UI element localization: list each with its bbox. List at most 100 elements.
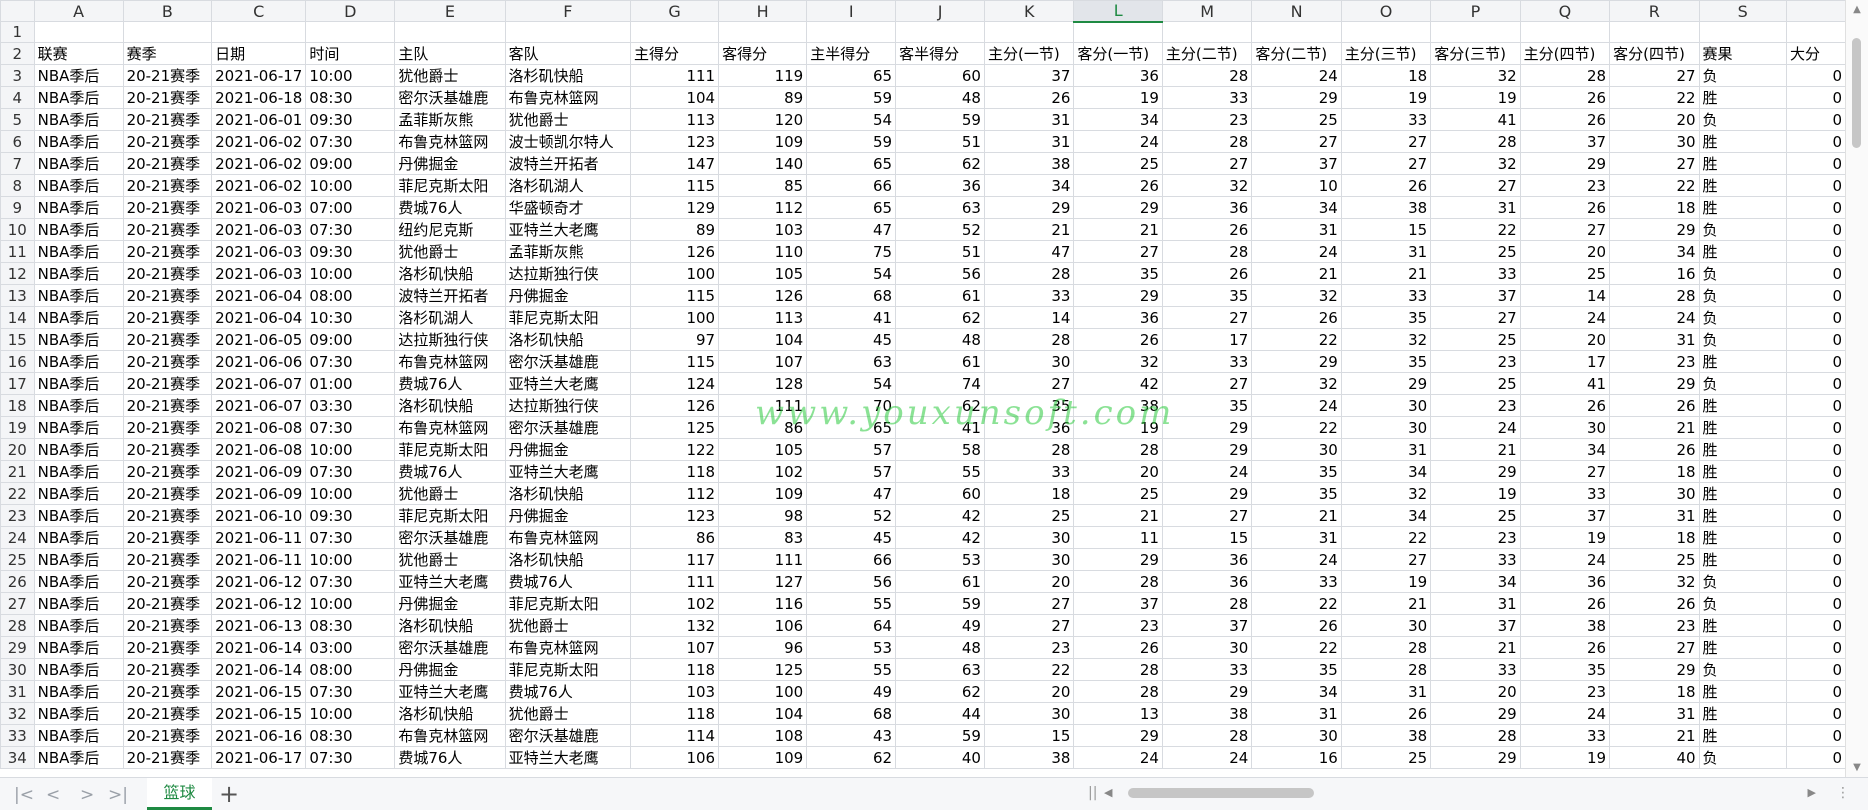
cell[interactable]: NBA季后: [33, 218, 124, 241]
cell[interactable]: 34: [1251, 680, 1342, 703]
cell[interactable]: 21: [983, 218, 1075, 241]
cell[interactable]: 61: [895, 350, 985, 373]
cell[interactable]: 31: [1430, 196, 1521, 219]
cell[interactable]: 26: [1251, 306, 1342, 329]
column-header[interactable]: B: [122, 0, 213, 22]
cell[interactable]: 胜: [1698, 152, 1787, 175]
cell[interactable]: [211, 21, 307, 43]
cell[interactable]: 0: [1785, 416, 1846, 439]
cell[interactable]: 洛杉矶湖人: [504, 174, 631, 197]
cell[interactable]: 23: [1519, 680, 1611, 703]
cell[interactable]: 27: [1430, 306, 1521, 329]
cell[interactable]: 37: [1430, 614, 1521, 637]
cell[interactable]: 08:30: [305, 724, 396, 747]
cell[interactable]: 36: [895, 174, 985, 197]
next-sheet-icon[interactable]: >: [80, 785, 94, 805]
cell[interactable]: 2021-06-14: [211, 658, 307, 681]
cell[interactable]: 菲尼克斯太阳: [394, 504, 506, 527]
cell[interactable]: 胜: [1698, 614, 1787, 637]
cell[interactable]: 59: [806, 86, 897, 109]
prev-sheet-icon[interactable]: <: [46, 785, 60, 805]
cell[interactable]: 28: [1161, 724, 1253, 747]
cell[interactable]: NBA季后: [33, 680, 124, 703]
cell[interactable]: 2021-06-18: [211, 86, 307, 109]
cell[interactable]: 27: [983, 614, 1075, 637]
cell[interactable]: 丹佛掘金: [394, 152, 506, 175]
row-header[interactable]: 30: [0, 658, 35, 681]
cell[interactable]: 10:00: [305, 262, 396, 285]
cell[interactable]: 33: [983, 460, 1075, 483]
column-header[interactable]: K: [983, 0, 1075, 22]
cell[interactable]: 0: [1785, 196, 1846, 219]
cell[interactable]: 胜: [1698, 548, 1787, 571]
row-header[interactable]: 31: [0, 680, 35, 703]
cell[interactable]: 23: [1430, 526, 1521, 549]
cell[interactable]: 89: [718, 86, 808, 109]
cell[interactable]: 负: [1698, 570, 1787, 593]
cell[interactable]: 赛季: [122, 42, 213, 65]
cell[interactable]: 33: [1161, 658, 1253, 681]
cell[interactable]: 21: [1340, 592, 1432, 615]
cell[interactable]: 客分(四节): [1609, 42, 1700, 65]
cell[interactable]: 59: [806, 130, 897, 153]
cell[interactable]: NBA季后: [33, 284, 124, 307]
cell[interactable]: 56: [895, 262, 985, 285]
cell[interactable]: 0: [1785, 504, 1846, 527]
cell[interactable]: 26: [1519, 196, 1611, 219]
cell[interactable]: 20: [983, 680, 1075, 703]
cell[interactable]: 0: [1785, 174, 1846, 197]
cell[interactable]: 17: [1161, 328, 1253, 351]
add-sheet-icon[interactable]: +: [219, 780, 239, 808]
cell[interactable]: 洛杉矶快船: [504, 328, 631, 351]
cell[interactable]: 08:00: [305, 658, 396, 681]
cell[interactable]: 31: [1609, 504, 1700, 527]
cell[interactable]: 30: [983, 526, 1075, 549]
cell[interactable]: 83: [718, 526, 808, 549]
cell[interactable]: 客队: [504, 42, 631, 65]
cell[interactable]: NBA季后: [33, 262, 124, 285]
cell[interactable]: 23: [1430, 350, 1521, 373]
cell[interactable]: 29: [1161, 438, 1253, 461]
cell[interactable]: 2021-06-09: [211, 482, 307, 505]
cell[interactable]: 24: [1251, 548, 1342, 571]
cell[interactable]: 20-21赛季: [122, 306, 213, 329]
cell[interactable]: 118: [629, 702, 720, 725]
cell[interactable]: 27: [1161, 306, 1253, 329]
cell[interactable]: 丹佛掘金: [394, 592, 506, 615]
cell[interactable]: 118: [629, 658, 720, 681]
cell[interactable]: NBA季后: [33, 592, 124, 615]
cell[interactable]: 07:30: [305, 218, 396, 241]
cell[interactable]: NBA季后: [33, 64, 124, 87]
cell[interactable]: 25: [1073, 482, 1163, 505]
cell[interactable]: 25: [1430, 328, 1521, 351]
cell[interactable]: 0: [1785, 438, 1846, 461]
cell[interactable]: 28: [1161, 592, 1253, 615]
cell[interactable]: 41: [1519, 372, 1611, 395]
cell[interactable]: 43: [806, 724, 897, 747]
cell[interactable]: 亚特兰大老鹰: [504, 372, 631, 395]
cell[interactable]: 29: [1073, 724, 1163, 747]
cell[interactable]: [1698, 21, 1787, 43]
cell[interactable]: 22: [1340, 526, 1432, 549]
cell[interactable]: 主队: [394, 42, 506, 65]
cell[interactable]: 20-21赛季: [122, 680, 213, 703]
cell[interactable]: 29: [1073, 284, 1163, 307]
cell[interactable]: 亚特兰大老鹰: [394, 570, 506, 593]
cell[interactable]: NBA季后: [33, 416, 124, 439]
cell[interactable]: 41: [806, 306, 897, 329]
cell[interactable]: 18: [1609, 526, 1700, 549]
cell[interactable]: 85: [718, 174, 808, 197]
cell[interactable]: 53: [895, 548, 985, 571]
cell[interactable]: 时间: [305, 42, 396, 65]
cell[interactable]: 119: [718, 64, 808, 87]
cell[interactable]: 62: [895, 152, 985, 175]
cell[interactable]: [1073, 21, 1163, 43]
cell[interactable]: 30: [1251, 724, 1342, 747]
cell[interactable]: 布鲁克林篮网: [394, 724, 506, 747]
cell[interactable]: 116: [718, 592, 808, 615]
cell[interactable]: 36: [1161, 570, 1253, 593]
cell[interactable]: 103: [718, 218, 808, 241]
cell[interactable]: 03:30: [305, 394, 396, 417]
cell[interactable]: 20-21赛季: [122, 394, 213, 417]
cell[interactable]: 10:00: [305, 64, 396, 87]
